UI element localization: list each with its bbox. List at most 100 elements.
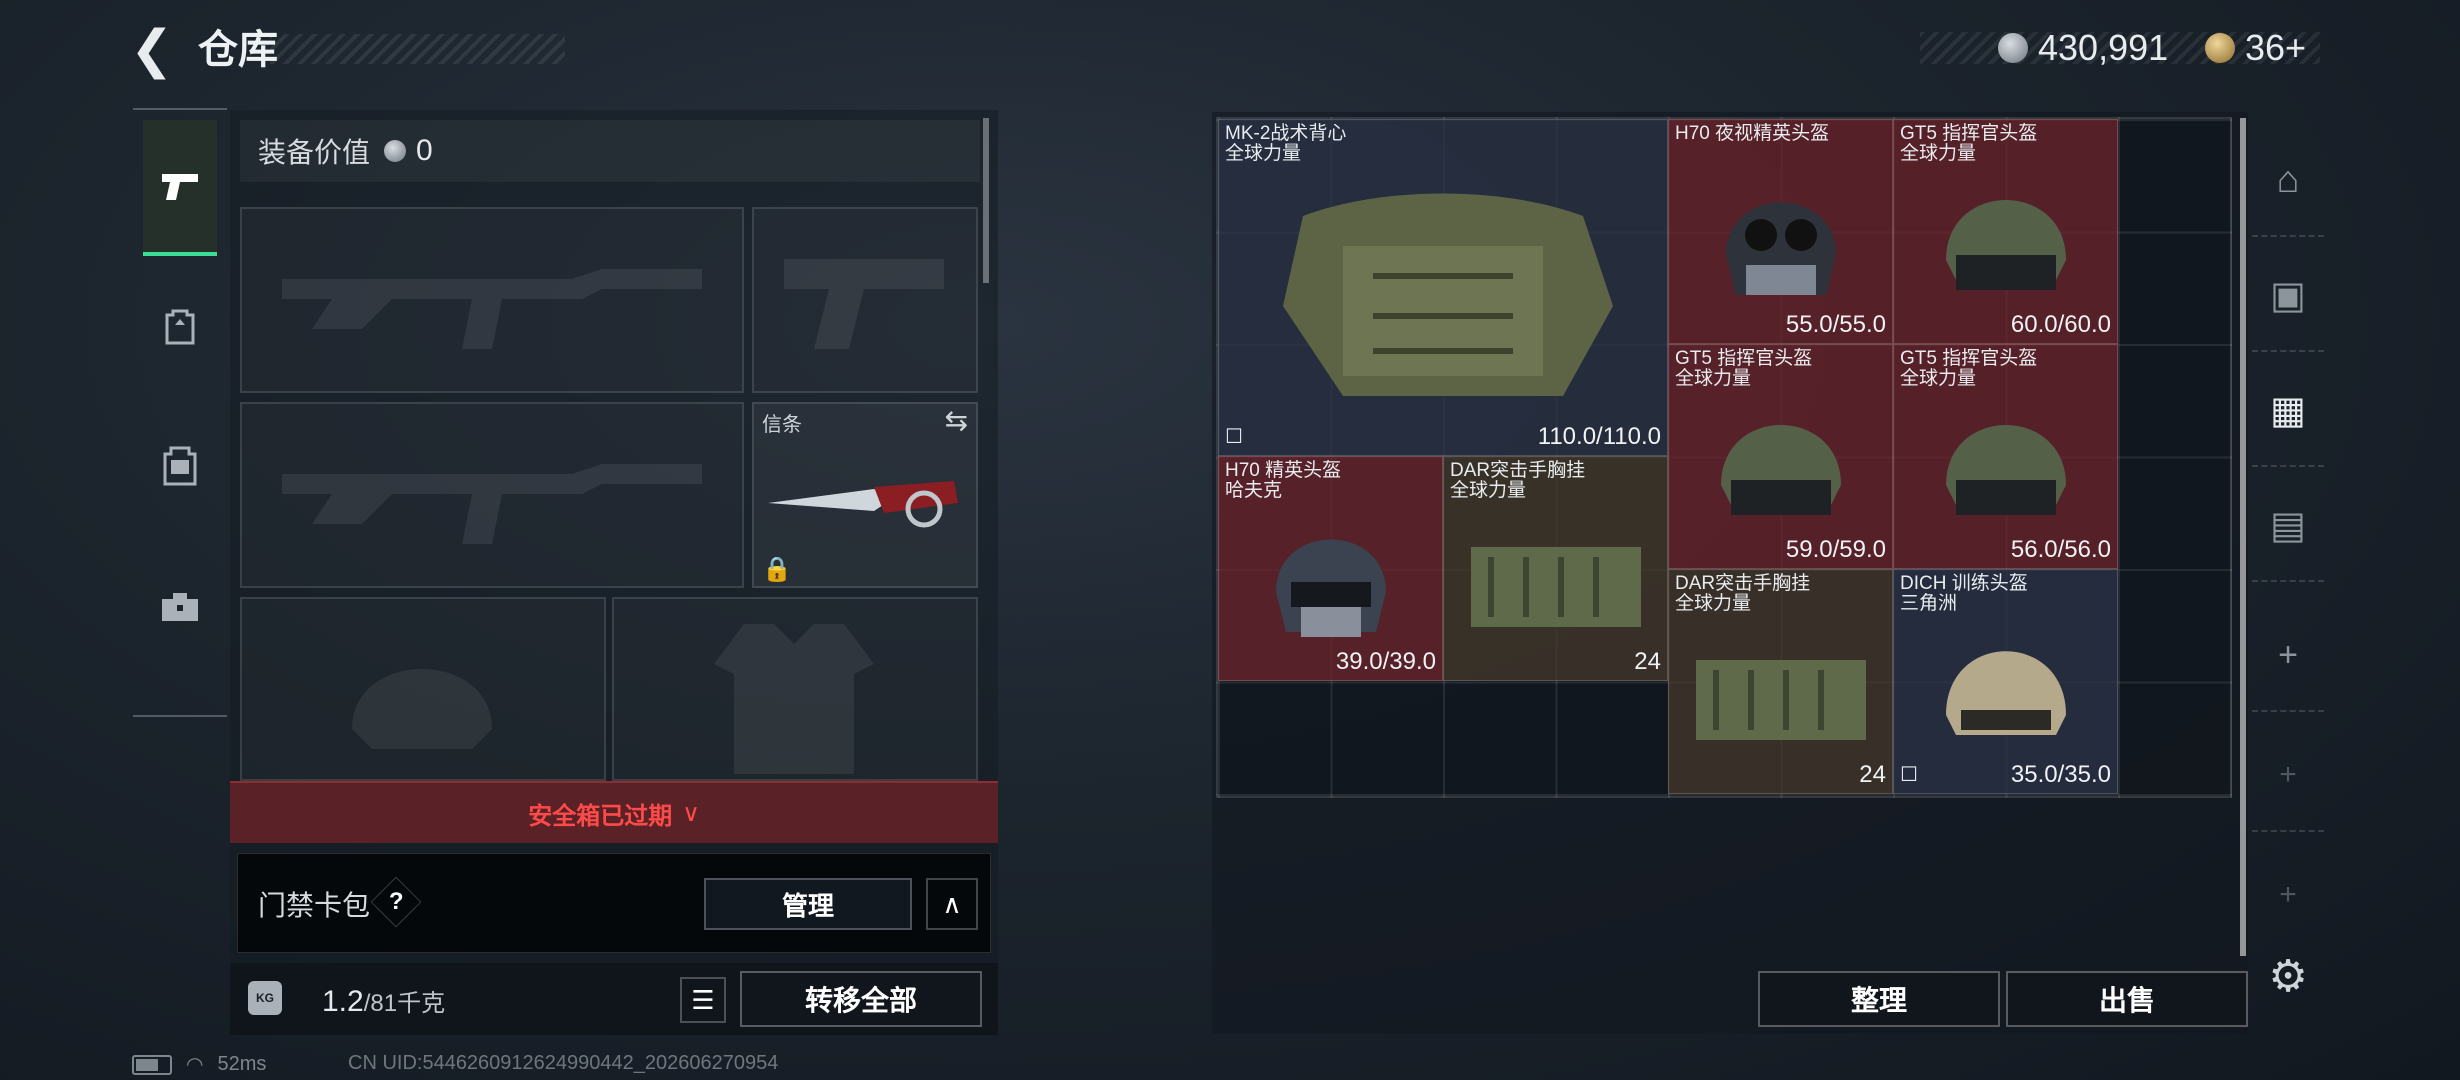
gold-balance[interactable]: 36+: [2245, 26, 2306, 70]
weight-capacity: /81千克: [363, 990, 446, 1017]
storage-item-helmet[interactable]: GT5 指挥官头盔 全球力量 60.0/60.0: [1893, 119, 2118, 344]
add-container-icon[interactable]: +: [2252, 840, 2324, 950]
pistol-silhouette-icon: [784, 259, 944, 349]
gold-coin-icon: [2205, 33, 2235, 63]
storage-item-chest-rig[interactable]: DAR突击手胸挂 全球力量 24: [1668, 569, 1893, 794]
backpack-slot-icon[interactable]: ▤: [2252, 470, 2324, 582]
item-name: DICH 训练头盔: [1900, 573, 2028, 594]
add-container-icon[interactable]: +: [2252, 720, 2324, 832]
weight-readout: 1.2/81千克: [322, 983, 445, 1019]
item-name: GT5 指挥官头盔: [1675, 348, 1813, 369]
commander-helmet-image: [1945, 425, 2066, 516]
safebox-expired-text: 安全箱已过期: [528, 802, 673, 830]
item-name: GT5 指挥官头盔: [1900, 123, 2038, 144]
sell-button[interactable]: 出售: [2006, 971, 2248, 1027]
helmet-slot[interactable]: [240, 597, 606, 781]
equipment-value-label: 装备价值: [258, 137, 371, 168]
item-name: MK-2战术背心: [1225, 123, 1347, 144]
chest-rig-image: [1470, 547, 1641, 628]
primary-weapon-slot[interactable]: [240, 207, 744, 393]
no-insure-icon: ☐: [1225, 426, 1243, 448]
equipment-scrollbar[interactable]: [983, 118, 989, 283]
storage-item-helmet[interactable]: GT5 指挥官头盔 全球力量 56.0/56.0: [1893, 344, 2118, 569]
storage-item-helmet[interactable]: H70 精英头盔 哈夫克 39.0/39.0: [1218, 456, 1443, 681]
add-container-icon[interactable]: +: [2252, 600, 2324, 712]
help-icon: ?: [388, 887, 404, 915]
storage-scrollbar[interactable]: [2240, 118, 2246, 956]
tab-armor[interactable]: [143, 400, 217, 532]
access-card-bag: 门禁卡包 ? 管理 ∧: [237, 853, 991, 953]
storage-item-helmet[interactable]: H70 夜视精英头盔 55.0/55.0: [1668, 119, 1893, 344]
item-faction: 三角洲: [1900, 593, 1958, 614]
item-durability: 110.0/110.0: [1537, 423, 1661, 450]
item-slot-count: 24: [1634, 648, 1661, 675]
item-durability: 60.0/60.0: [2010, 311, 2111, 338]
storage-item-helmet[interactable]: GT5 指挥官头盔 全球力量 59.0/59.0: [1668, 344, 1893, 569]
vest-slot-icon[interactable]: ▣: [2252, 240, 2324, 352]
vest-silhouette-icon: [714, 624, 874, 774]
tactical-vest-image: [1283, 193, 1613, 396]
toolbox-icon: [162, 593, 198, 621]
backpack-icon: [165, 309, 195, 345]
battery-icon: [132, 1054, 172, 1075]
silver-coin-icon: [384, 140, 407, 162]
silver-balance: 430,991: [2038, 27, 2169, 68]
commander-helmet-image: [1720, 425, 1841, 516]
access-card-label: 门禁卡包: [258, 890, 371, 921]
item-faction: 全球力量: [1900, 143, 1977, 164]
elite-helmet-image: [1275, 539, 1386, 638]
rifle-silhouette-icon: [282, 269, 702, 349]
item-name: H70 精英头盔: [1225, 460, 1342, 481]
backpack-footer: KG 1.2/81千克 ☰ 转移全部: [230, 963, 998, 1035]
helmet-silhouette-icon: [352, 669, 492, 749]
wifi-icon: ◠: [186, 1054, 204, 1076]
sort-button[interactable]: 整理: [1758, 971, 2000, 1027]
transfer-all-button[interactable]: 转移全部: [740, 971, 982, 1027]
item-faction: 全球力量: [1225, 143, 1302, 164]
help-button[interactable]: ?: [370, 876, 422, 928]
tab-weapons[interactable]: [143, 120, 217, 256]
item-faction: 全球力量: [1900, 368, 1977, 389]
storage-item-chest-rig[interactable]: DAR突击手胸挂 全球力量 24: [1443, 456, 1668, 681]
manage-button[interactable]: 管理: [704, 878, 912, 930]
melee-slot[interactable]: 信条 ⇆ 🔒: [752, 402, 978, 588]
ping-readout: 52ms: [217, 1053, 267, 1075]
safebox-expired-banner[interactable]: 安全箱已过期 ∨: [230, 781, 998, 843]
list-icon[interactable]: ☰: [680, 977, 726, 1023]
page-title: 仓库: [198, 28, 278, 72]
chevron-up-icon[interactable]: ∧: [926, 878, 978, 930]
item-faction: 全球力量: [1675, 368, 1752, 389]
item-durability: 59.0/59.0: [1785, 536, 1886, 563]
equipment-value: 0: [416, 134, 433, 167]
no-insure-icon: ☐: [1900, 764, 1918, 786]
back-icon[interactable]: ❮: [130, 22, 178, 78]
user-uid: CN UID:5446260912624990442_202606270954: [348, 1052, 779, 1074]
storage-item-helmet[interactable]: DICH 训练头盔 三角洲 ☐ 35.0/35.0: [1893, 569, 2118, 794]
tab-tools[interactable]: [143, 540, 217, 672]
tab-backpack[interactable]: [143, 260, 217, 392]
armor-slot[interactable]: [612, 597, 978, 781]
pistol-icon: [162, 174, 198, 200]
swap-icon[interactable]: ⇆: [945, 404, 968, 437]
status-bar: ◠ 52ms: [132, 1052, 266, 1077]
storage-item-vest[interactable]: MK-2战术背心 全球力量 ☐ 110.0/110.0: [1218, 119, 1668, 456]
knife-icon: [768, 481, 958, 528]
item-faction: 全球力量: [1450, 480, 1527, 501]
secondary-weapon-slot[interactable]: [240, 402, 744, 588]
nvg-helmet-image: [1725, 202, 1836, 296]
lock-icon: 🔒: [762, 556, 792, 583]
chest-rig-image: [1695, 660, 1866, 741]
item-durability: 55.0/55.0: [1785, 311, 1886, 338]
gear-icon[interactable]: ⚙: [2262, 950, 2314, 1002]
item-durability: 35.0/35.0: [2010, 761, 2111, 788]
chest-rig-slot-icon[interactable]: ▦: [2252, 355, 2324, 467]
sidearm-slot[interactable]: [752, 207, 978, 393]
item-faction: 哈夫克: [1225, 480, 1283, 501]
helmet-slot-icon[interactable]: ⌂: [2252, 125, 2324, 237]
equipment-value-bar: 装备价值 0: [240, 120, 980, 182]
weight-icon: KG: [248, 981, 282, 1015]
item-durability: 39.0/39.0: [1335, 648, 1436, 675]
item-slot-count: 24: [1859, 761, 1886, 788]
item-name: GT5 指挥官头盔: [1900, 348, 2038, 369]
vest-icon: [163, 446, 197, 486]
